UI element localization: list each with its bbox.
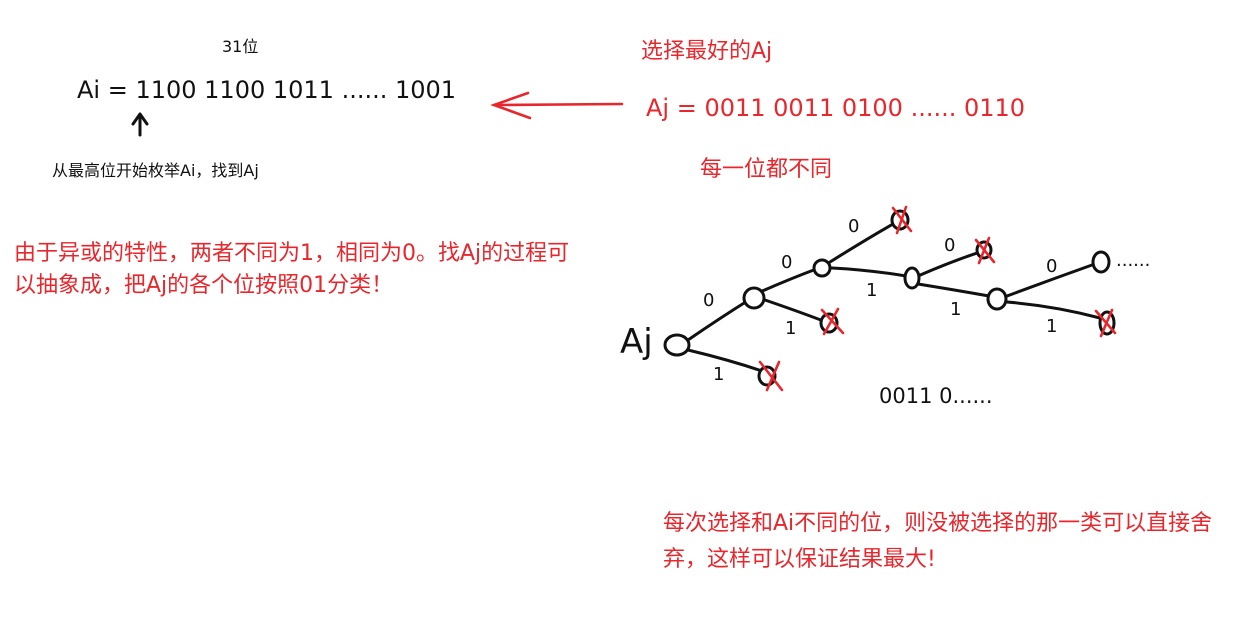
- edge-label: 1: [713, 364, 724, 385]
- tree-nodes: [663, 209, 1116, 387]
- edge-l2-0: [828, 222, 895, 264]
- tree-node: [742, 286, 766, 310]
- edge-label: 0: [944, 235, 955, 256]
- edge-root-0: [686, 296, 754, 342]
- edge-label: 1: [785, 318, 796, 339]
- edge-root-1: [686, 348, 767, 374]
- up-arrow-icon: [131, 112, 149, 137]
- edge-l2-1: [830, 266, 908, 278]
- edge-label: 0: [781, 252, 792, 273]
- edge-label: 0: [703, 290, 714, 311]
- edge-label: 1: [950, 299, 961, 320]
- tree-node: [903, 266, 921, 290]
- prune-marks: [758, 205, 1117, 392]
- tree-ellipsis: ......: [1116, 250, 1150, 271]
- tree-node-root: [663, 333, 691, 357]
- edge-label: 0: [848, 216, 859, 237]
- tree-node: [812, 258, 832, 278]
- edge-l3-1: [916, 282, 991, 298]
- tree-node: [1091, 250, 1111, 274]
- trie-diagram: 0 1 0 1 0 1 0 1 0 1 ......: [131, 91, 1150, 392]
- edge-label: 1: [1046, 316, 1057, 337]
- edge-label: 1: [866, 280, 877, 301]
- edge-label: 0: [1046, 256, 1057, 277]
- tree-node: [986, 287, 1008, 311]
- left-arrow-icon: [490, 91, 624, 120]
